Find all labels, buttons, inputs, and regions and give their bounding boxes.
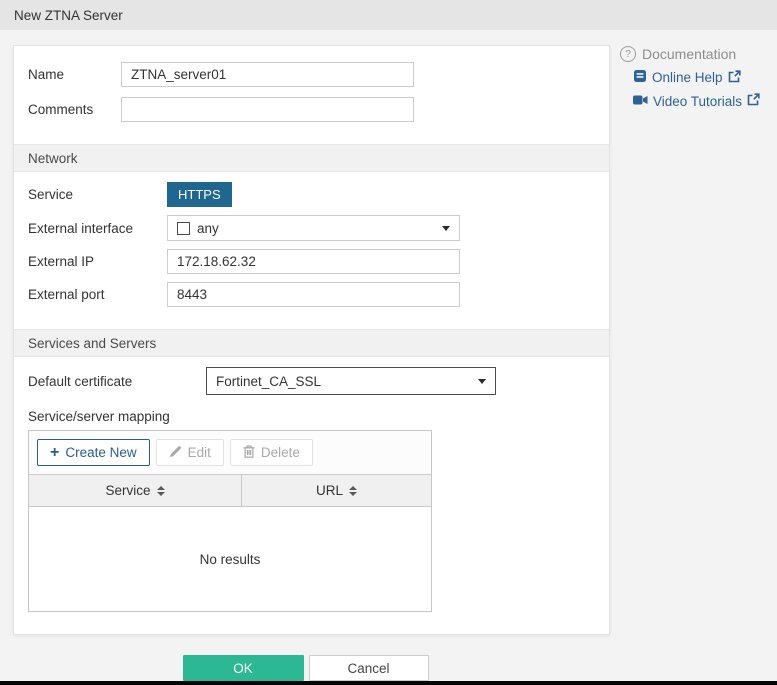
- comments-row: Comments: [14, 97, 609, 122]
- url-column-label: URL: [316, 483, 343, 498]
- video-tutorials-link[interactable]: Video Tutorials: [633, 93, 760, 109]
- service-https-badge[interactable]: HTTPS: [167, 182, 232, 207]
- pencil-icon: [169, 445, 182, 461]
- documentation-panel: ? Documentation Online Help Video Tutori…: [620, 46, 760, 109]
- default-certificate-row: Default certificate Fortinet_CA_SSL: [14, 367, 609, 395]
- default-certificate-value: Fortinet_CA_SSL: [216, 374, 321, 389]
- default-certificate-dropdown[interactable]: Fortinet_CA_SSL: [206, 367, 496, 395]
- name-row: Name: [14, 62, 609, 87]
- service-label: Service: [28, 187, 167, 202]
- question-circle-icon: ?: [620, 46, 636, 62]
- service-row: Service HTTPS: [14, 182, 609, 207]
- documentation-heading: ? Documentation: [620, 46, 760, 62]
- external-interface-row: External interface any: [14, 215, 609, 241]
- delete-button[interactable]: Delete: [230, 439, 313, 466]
- service-server-mapping-table: + Create New Edit Delete: [28, 430, 432, 612]
- delete-label: Delete: [261, 445, 300, 460]
- external-ip-input[interactable]: [167, 249, 460, 274]
- external-interface-value: any: [197, 221, 219, 236]
- services-servers-section-title: Services and Servers: [28, 336, 156, 351]
- network-section-header: Network: [14, 144, 609, 172]
- network-section-title: Network: [28, 151, 78, 166]
- external-port-input[interactable]: [167, 282, 460, 307]
- name-label: Name: [28, 67, 121, 82]
- bottom-edge-strip: [0, 681, 777, 685]
- video-tutorials-label: Video Tutorials: [653, 94, 742, 109]
- column-header-url[interactable]: URL: [242, 475, 431, 506]
- external-interface-label: External interface: [28, 221, 167, 236]
- chevron-down-icon: [442, 226, 450, 231]
- service-server-mapping-label: Service/server mapping: [28, 409, 609, 424]
- external-interface-dropdown[interactable]: any: [167, 215, 460, 241]
- comments-label: Comments: [28, 102, 121, 117]
- sort-icon: [349, 486, 357, 496]
- mapping-table-toolbar: + Create New Edit Delete: [29, 431, 431, 474]
- page-title-bar: New ZTNA Server: [0, 0, 777, 30]
- interface-any-icon: [177, 222, 190, 235]
- edit-button[interactable]: Edit: [156, 439, 224, 466]
- column-header-service[interactable]: Service: [29, 475, 242, 506]
- mapping-table-header-row: Service URL: [29, 474, 431, 507]
- external-ip-row: External IP: [14, 249, 609, 274]
- video-camera-icon: [633, 94, 648, 109]
- services-servers-section-header: Services and Servers: [14, 329, 609, 357]
- book-icon: [633, 69, 647, 86]
- sort-icon: [157, 486, 165, 496]
- chevron-down-icon: [478, 379, 486, 384]
- mapping-table-empty-state: No results: [29, 507, 431, 611]
- service-column-label: Service: [105, 483, 150, 498]
- page-title: New ZTNA Server: [14, 8, 123, 23]
- new-ztna-server-page: New ZTNA Server Name Comments Network Se…: [0, 0, 777, 685]
- ok-button[interactable]: OK: [183, 655, 304, 681]
- external-link-icon: [747, 93, 760, 109]
- edit-label: Edit: [188, 445, 211, 460]
- external-port-row: External port: [14, 282, 609, 307]
- no-results-text: No results: [200, 552, 261, 567]
- plus-icon: +: [50, 445, 59, 461]
- create-new-button[interactable]: + Create New: [37, 439, 150, 466]
- cancel-button[interactable]: Cancel: [309, 655, 429, 681]
- documentation-title: Documentation: [642, 46, 736, 62]
- external-link-icon: [728, 70, 741, 86]
- online-help-link[interactable]: Online Help: [633, 69, 760, 86]
- trash-icon: [243, 445, 255, 461]
- default-certificate-label: Default certificate: [28, 374, 206, 389]
- create-new-label: Create New: [65, 445, 136, 460]
- name-input[interactable]: [121, 62, 414, 87]
- online-help-label: Online Help: [652, 70, 723, 85]
- external-ip-label: External IP: [28, 254, 167, 269]
- external-port-label: External port: [28, 287, 167, 302]
- form-panel: Name Comments Network Service HTTPS Exte…: [13, 45, 610, 635]
- comments-input[interactable]: [121, 97, 414, 122]
- footer-actions: OK Cancel: [0, 655, 611, 681]
